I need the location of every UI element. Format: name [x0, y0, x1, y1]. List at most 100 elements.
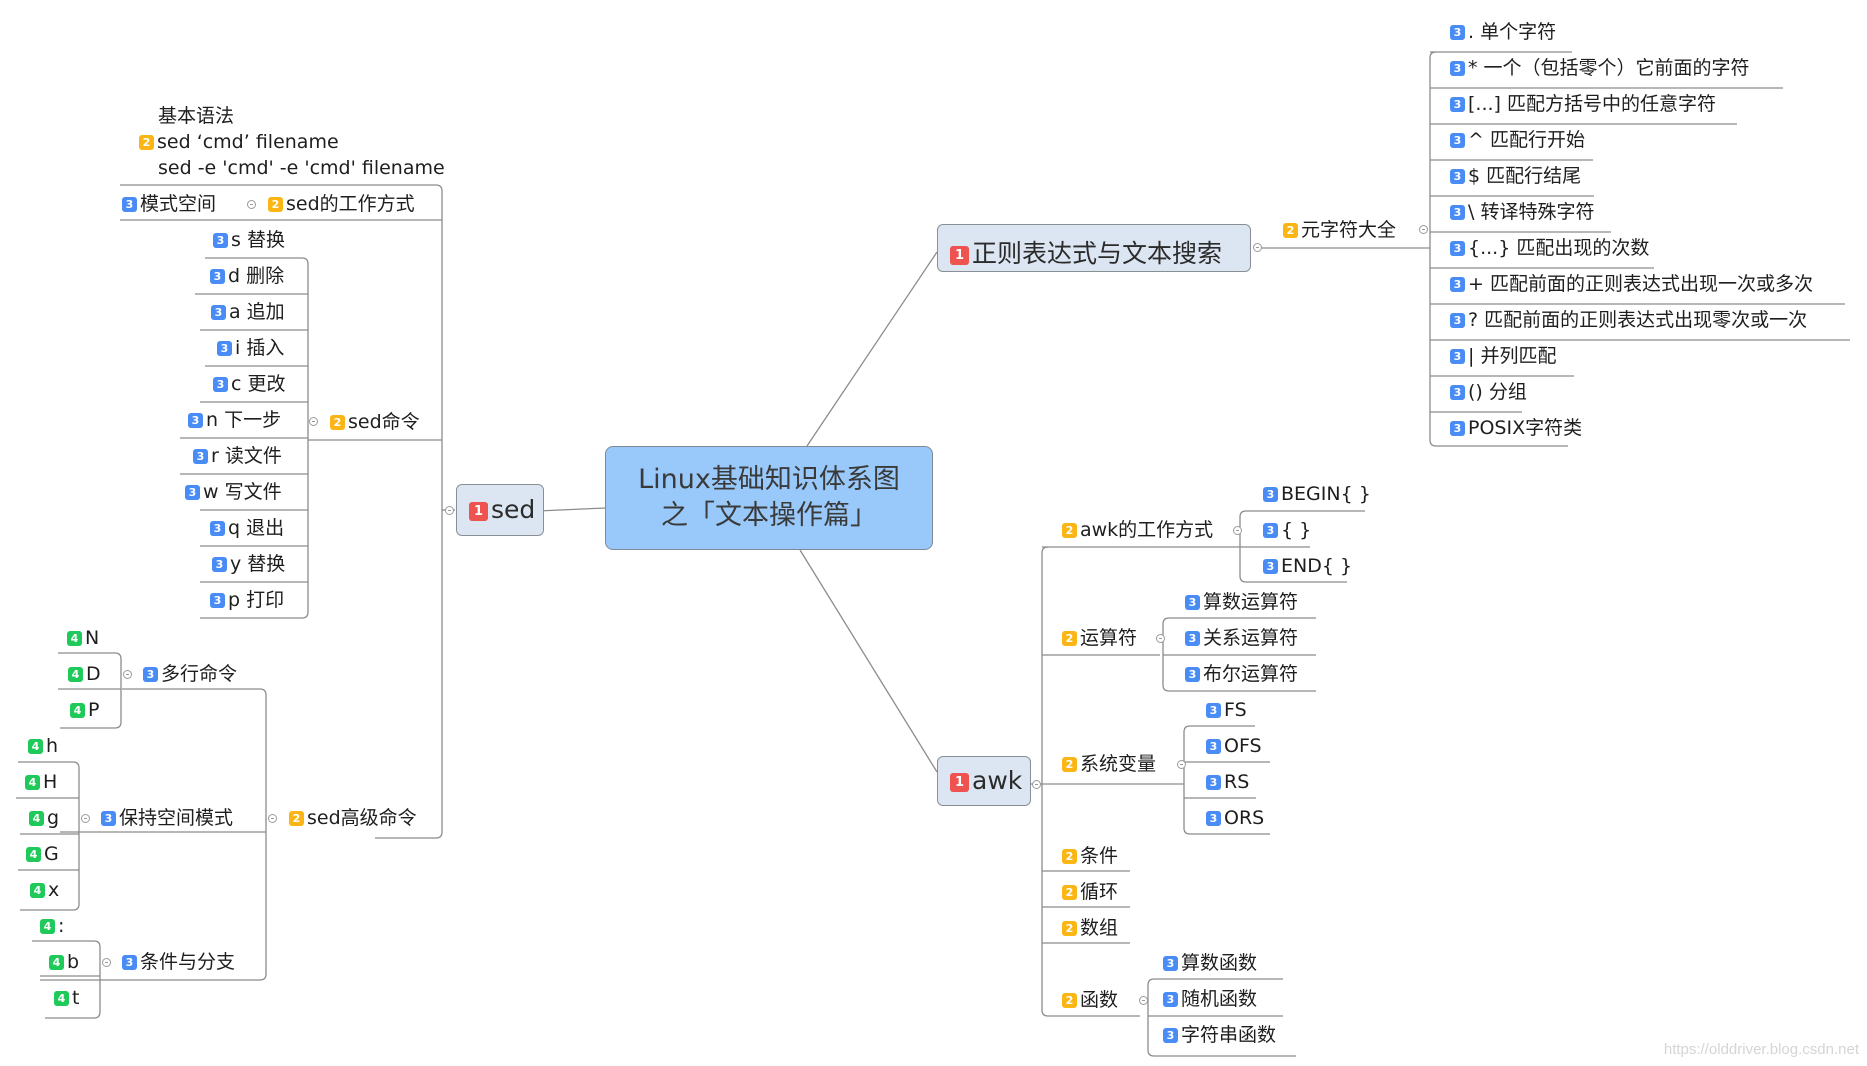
topic-awk-loops[interactable]: 2 循环	[1062, 880, 1118, 904]
item-label: 算数函数	[1181, 952, 1258, 974]
list-item[interactable]: 4D	[68, 662, 101, 686]
collapse-icon[interactable]	[445, 506, 454, 515]
topic-sed-advanced[interactable]: 2 sed高级命令	[289, 806, 417, 830]
list-item[interactable]: 3 随机函数	[1163, 987, 1257, 1011]
collapse-icon[interactable]	[1139, 996, 1148, 1005]
topic-pattern-space[interactable]: 3 模式空间	[122, 192, 216, 216]
collapse-icon[interactable]	[1253, 243, 1262, 252]
list-item[interactable]: 4t	[54, 986, 79, 1010]
collapse-icon[interactable]	[1233, 526, 1242, 535]
list-item[interactable]: 3 \ 转译特殊字符	[1450, 200, 1594, 224]
item-label: OFS	[1224, 735, 1262, 757]
topic-hold-space[interactable]: 3 保持空间模式	[101, 806, 233, 830]
list-item[interactable]: 4b	[49, 950, 79, 974]
list-item[interactable]: 3d 删除	[210, 264, 284, 288]
list-item[interactable]: 3 算数运算符	[1185, 590, 1298, 614]
topic-awk-sysvars[interactable]: 2 系统变量	[1062, 752, 1156, 776]
priority-2-badge: 2	[268, 197, 283, 212]
list-item[interactable]: 3r 读文件	[193, 444, 282, 468]
list-item[interactable]: 4H	[25, 770, 57, 794]
list-item[interactable]: 3 ORS	[1206, 806, 1264, 830]
list-item[interactable]: 3 RS	[1206, 770, 1249, 794]
list-item[interactable]: 3 * 一个（包括零个）它前面的字符	[1450, 56, 1750, 80]
list-item[interactable]: 4N	[67, 626, 99, 650]
list-item[interactable]: 3p 打印	[210, 588, 284, 612]
topic-awk-operators[interactable]: 2 运算符	[1062, 626, 1137, 650]
collapse-icon[interactable]	[123, 670, 132, 679]
list-item[interactable]: 4:	[40, 914, 64, 938]
topic-awk-conditions[interactable]: 2 条件	[1062, 844, 1118, 868]
collapse-icon[interactable]	[247, 200, 256, 209]
topic-multiline[interactable]: 3 多行命令	[143, 662, 237, 686]
collapse-icon[interactable]	[81, 814, 90, 823]
collapse-icon[interactable]	[1156, 634, 1165, 643]
list-item[interactable]: 3 OFS	[1206, 734, 1262, 758]
item-label: ORS	[1224, 807, 1265, 829]
list-item[interactable]: 3y 替换	[212, 552, 285, 576]
collapse-icon[interactable]	[268, 814, 277, 823]
list-item[interactable]: 3 POSIX字符类	[1450, 416, 1582, 440]
priority-3-badge: 3	[1263, 523, 1278, 538]
topic-sed-work-mode[interactable]: 2 sed的工作方式	[268, 192, 415, 216]
list-item[interactable]: 3 END{ }	[1263, 554, 1352, 578]
list-item[interactable]: 3 ^ 匹配行开始	[1450, 128, 1585, 152]
list-item[interactable]: 3 算数函数	[1163, 951, 1257, 975]
central-topic[interactable]: Linux基础知识体系图 之「文本操作篇」	[605, 446, 933, 550]
list-item[interactable]: 3 [...] 匹配方括号中的任意字符	[1450, 92, 1716, 116]
priority-2-badge: 2	[1062, 921, 1077, 936]
list-item[interactable]: 4G	[26, 842, 59, 866]
list-item[interactable]: 3 {...} 匹配出现的次数	[1450, 236, 1649, 260]
list-item[interactable]: 4P	[70, 698, 99, 722]
item-label: r 读文件	[211, 445, 282, 467]
list-item[interactable]: 3 字符串函数	[1163, 1023, 1276, 1047]
priority-4-badge: 4	[30, 883, 45, 898]
priority-3-badge: 3	[1163, 992, 1178, 1007]
list-item[interactable]: 3 布尔运算符	[1185, 662, 1298, 686]
list-item[interactable]: 3 关系运算符	[1185, 626, 1298, 650]
item-label: $ 匹配行结尾	[1468, 165, 1582, 187]
list-item[interactable]: 3 + 匹配前面的正则表达式出现一次或多次	[1450, 272, 1813, 296]
topic-awk-arrays[interactable]: 2 数组	[1062, 916, 1118, 940]
item-label: p 打印	[228, 589, 285, 611]
topic-awk[interactable]: 1 awk	[937, 756, 1031, 806]
collapse-icon[interactable]	[1177, 760, 1186, 769]
item-label: i 插入	[235, 337, 285, 359]
topic-sed-syntax[interactable]: 2 sed ‘cmd’ filename	[139, 130, 339, 154]
list-item[interactable]: 4h	[28, 734, 58, 758]
list-item[interactable]: 4x	[30, 878, 59, 902]
topic-sed-commands[interactable]: 2 sed命令	[330, 410, 420, 434]
list-item[interactable]: 3{ }	[1263, 518, 1311, 542]
topic-regex[interactable]: 1 正则表达式与文本搜索	[937, 224, 1251, 272]
collapse-icon[interactable]	[309, 417, 318, 426]
topic-sed[interactable]: 1 sed	[456, 484, 544, 536]
list-item[interactable]: 3? 匹配前面的正则表达式出现零次或一次	[1450, 308, 1807, 332]
list-item[interactable]: 3 FS	[1206, 698, 1247, 722]
item-label: d 删除	[228, 265, 285, 287]
topic-awk-functions[interactable]: 2 函数	[1062, 988, 1118, 1012]
item-label: q 退出	[228, 517, 285, 539]
priority-3-badge: 3	[217, 341, 232, 356]
list-item[interactable]: 3n 下一步	[188, 408, 281, 432]
list-item[interactable]: 3 BEGIN{ }	[1263, 482, 1371, 506]
list-item[interactable]: 4g	[29, 806, 59, 830]
topic-awk-work-mode[interactable]: 2 awk的工作方式	[1062, 518, 1213, 542]
collapse-icon[interactable]	[1419, 225, 1428, 234]
list-item[interactable]: 3. 单个字符	[1450, 20, 1556, 44]
priority-3-badge: 3	[1206, 739, 1221, 754]
list-item[interactable]: 3c 更改	[213, 372, 286, 396]
priority-3-badge: 3	[211, 305, 226, 320]
list-item[interactable]: 3w 写文件	[185, 480, 282, 504]
list-item[interactable]: 3() 分组	[1450, 380, 1527, 404]
list-item[interactable]: 3a 追加	[211, 300, 285, 324]
list-item[interactable]: 3q 退出	[210, 516, 284, 540]
list-item[interactable]: 3s 替换	[213, 228, 285, 252]
collapse-icon[interactable]	[1032, 780, 1041, 789]
list-item[interactable]: 3 | 并列匹配	[1450, 344, 1556, 368]
priority-4-badge: 4	[40, 919, 55, 934]
topic-cond-branch[interactable]: 3 条件与分支	[122, 950, 235, 974]
list-item[interactable]: 3 $ 匹配行结尾	[1450, 164, 1581, 188]
collapse-icon[interactable]	[102, 958, 111, 967]
list-item[interactable]: 3i 插入	[217, 336, 284, 360]
item-label: 模式空间	[140, 193, 217, 215]
topic-metachars[interactable]: 2 元字符大全	[1283, 218, 1396, 242]
